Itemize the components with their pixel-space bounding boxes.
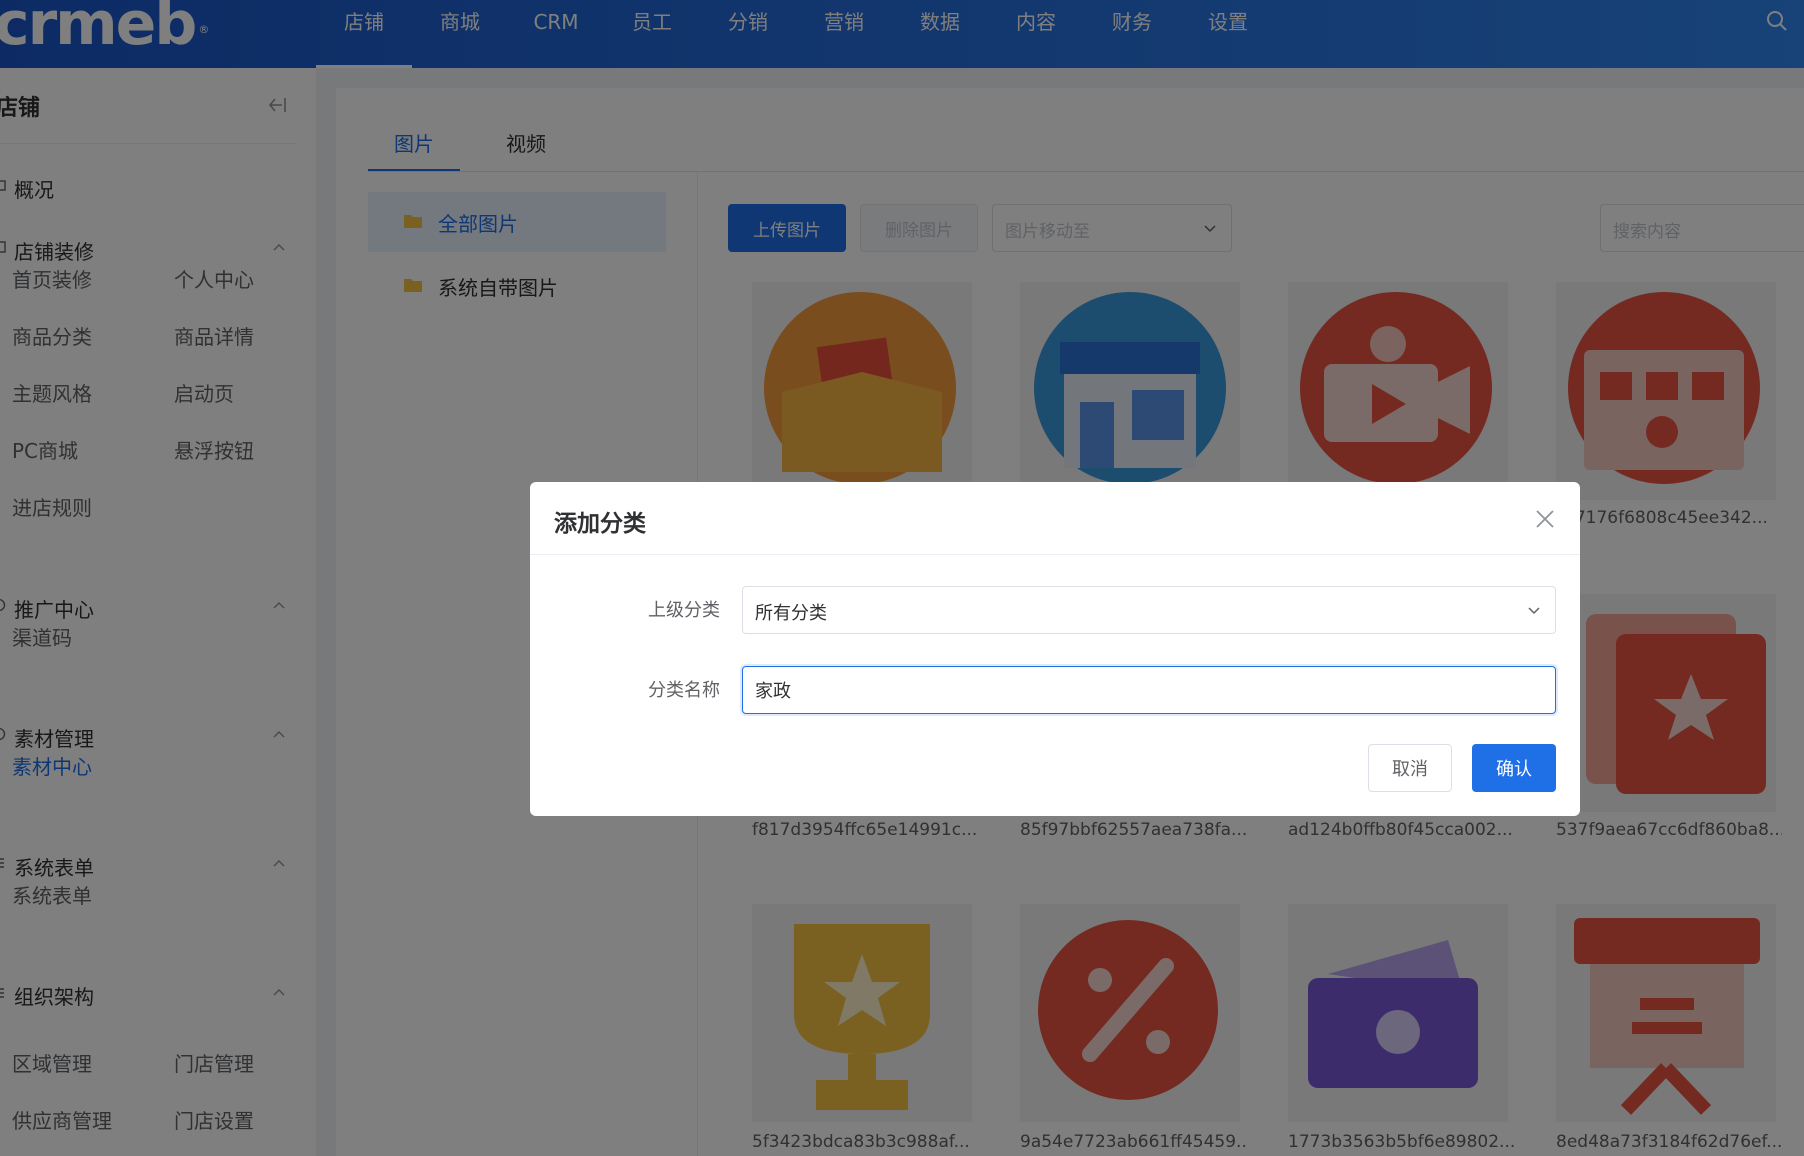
parent-category-select[interactable]: 所有分类 — [742, 586, 1556, 634]
parent-category-label: 上级分类 — [648, 600, 720, 621]
dialog-title: 添加分类 — [554, 511, 646, 537]
confirm-button[interactable]: 确认 — [1472, 744, 1556, 792]
dialog-divider — [530, 554, 1580, 555]
category-name-label: 分类名称 — [648, 680, 720, 701]
category-name-input[interactable] — [742, 666, 1556, 714]
parent-category-value: 所有分类 — [755, 603, 827, 624]
close-icon[interactable] — [1534, 508, 1556, 530]
add-category-dialog: 添加分类 上级分类 所有分类 分类名称 取消 确认 — [530, 482, 1580, 816]
cancel-button[interactable]: 取消 — [1368, 744, 1452, 792]
chevron-down-icon — [1528, 607, 1540, 615]
